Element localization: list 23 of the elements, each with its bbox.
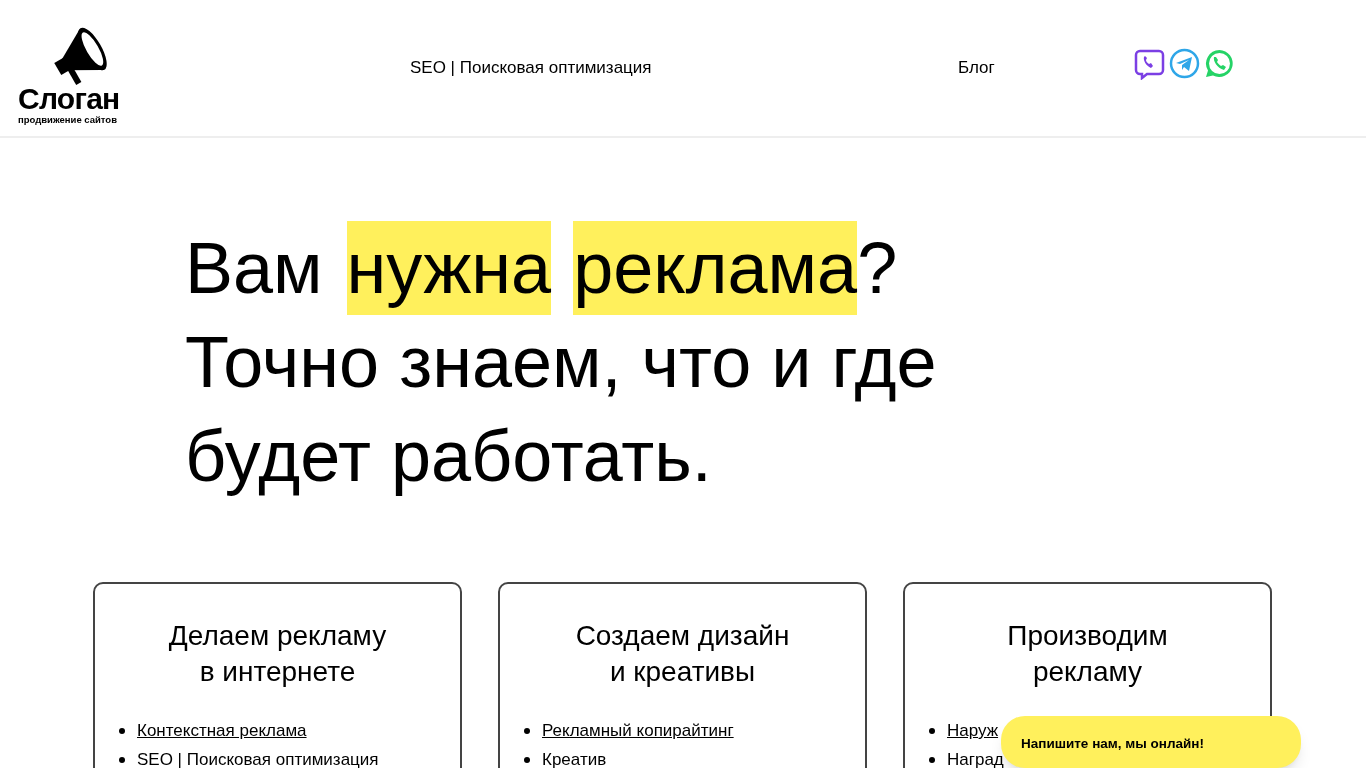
- card-title: Производим рекламу: [1006, 619, 1169, 689]
- viber-icon[interactable]: [1134, 48, 1165, 80]
- service-item: SEO | Поисковая оптимизация: [137, 749, 379, 768]
- bullet-icon: [524, 727, 530, 734]
- bullet-icon: [929, 756, 935, 763]
- hero-heading: Вам нужна реклама? Точно знаем, что и где будет работать.: [185, 221, 1366, 503]
- bullet-icon: [119, 727, 125, 734]
- service-item: Креатив: [542, 749, 607, 768]
- telegram-icon[interactable]: [1169, 48, 1200, 79]
- nav-link[interactable]: SEO | Поисковая оптимизация: [410, 58, 652, 78]
- logo-title[interactable]: Слоган: [18, 84, 120, 114]
- bullet-icon: [119, 756, 125, 763]
- card-title: Делаем рекламу в интернете: [167, 619, 388, 689]
- service-link[interactable]: Рекламный копирайтинг: [542, 716, 734, 745]
- logo-subtitle: продвижение сайтов: [18, 114, 118, 125]
- bullet-icon: [929, 727, 935, 734]
- whatsapp-icon[interactable]: [1204, 48, 1235, 79]
- service-item: Наград: [947, 749, 1004, 768]
- bullet-icon: [524, 756, 530, 763]
- service-link[interactable]: Наруж: [947, 716, 999, 745]
- nav-link[interactable]: Блог: [958, 58, 995, 78]
- service-link[interactable]: Контекстная реклама: [137, 716, 307, 745]
- card-title: Создаем дизайн и креативы: [574, 619, 791, 689]
